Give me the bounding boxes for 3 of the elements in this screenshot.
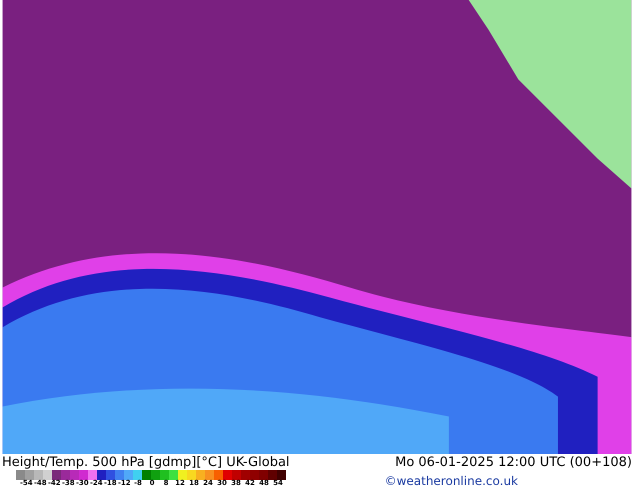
forecast-datetime: Mo 06-01-2025 12:00 UTC (00+108) [395,456,632,469]
credit-link[interactable]: ©weatheronline.co.uk [384,472,518,490]
chart-title: Height/Temp. 500 hPa [gdmp][°C] UK-Global [2,456,290,469]
